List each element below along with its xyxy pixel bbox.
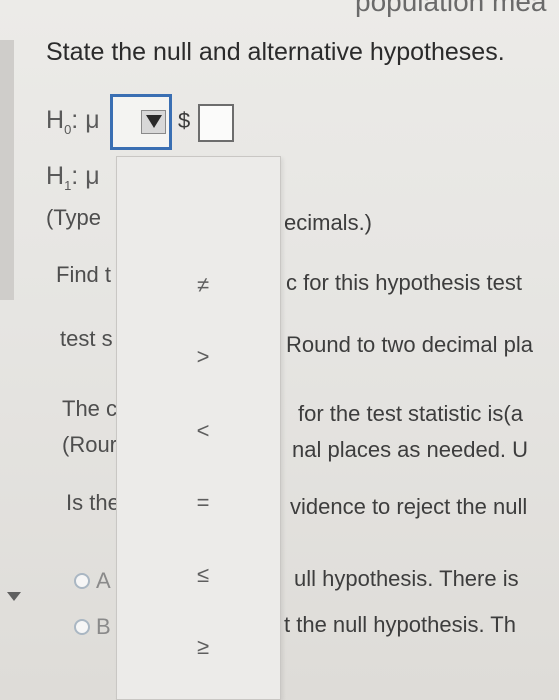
choice-a-text: ull hypothesis. There is <box>294 566 519 591</box>
left-scroll-strip <box>0 40 14 300</box>
question-heading: State the null and alternative hypothese… <box>46 38 505 66</box>
option-not-equal[interactable]: ≠ <box>178 272 228 298</box>
h0-value-input[interactable] <box>198 104 234 142</box>
test-stat-right: Round to two decimal pla <box>286 332 534 357</box>
option-less-than[interactable]: < <box>178 418 228 444</box>
evidence-question-left: Is the <box>66 490 120 515</box>
radio-b[interactable] <box>74 619 90 635</box>
choice-a[interactable]: A <box>74 568 111 594</box>
option-greater-than[interactable]: > <box>178 344 228 370</box>
h1-label: H1: μ <box>46 162 100 193</box>
choice-b[interactable]: B <box>74 614 111 640</box>
type-instruction-right: ecimals.) <box>284 210 373 235</box>
option-greater-equal[interactable]: ≥ <box>178 634 228 660</box>
round-note-left: (Rour <box>62 432 118 457</box>
critical-value-left: The c <box>62 396 118 421</box>
chevron-down-icon <box>146 115 162 128</box>
radio-a[interactable] <box>74 573 90 589</box>
find-prompt-left: Find t <box>56 262 112 287</box>
option-less-equal[interactable]: ≤ <box>178 562 228 588</box>
choice-b-letter: B <box>96 614 111 639</box>
choice-b-text: t the null hypothesis. Th <box>284 612 516 637</box>
type-instruction-left: (Type <box>46 205 102 230</box>
collapse-arrow-icon[interactable] <box>7 592 21 601</box>
h0-label: H0: μ <box>46 106 100 137</box>
dollar-sign: $ <box>178 108 191 133</box>
test-stat-left: test s <box>60 326 113 351</box>
choice-a-letter: A <box>96 568 111 593</box>
cut-off-text: population mea <box>355 0 547 17</box>
round-note-right: nal places as needed. U <box>292 437 529 462</box>
find-prompt-right: c for this hypothesis test <box>286 270 522 295</box>
evidence-question-right: vidence to reject the null <box>290 494 528 519</box>
critical-value-right: for the test statistic is(a <box>298 401 523 426</box>
option-equal[interactable]: = <box>178 490 228 516</box>
